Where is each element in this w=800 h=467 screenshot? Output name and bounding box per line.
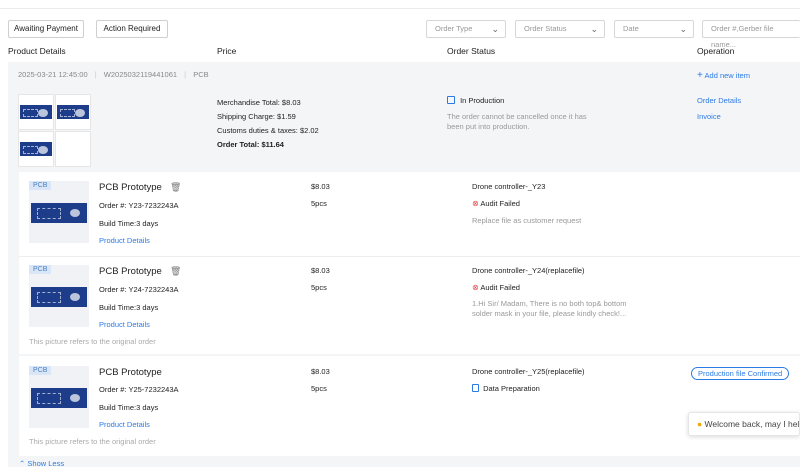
order-datetime: 2025-03-21 12:45:00: [18, 70, 88, 79]
picture-note: This picture refers to the original orde…: [29, 437, 156, 446]
item-tag: PCB: [29, 265, 52, 274]
item-tag: PCB: [29, 366, 52, 375]
item-quantity: 5pcs: [311, 384, 327, 393]
order-number: W2025032119441061: [103, 70, 178, 79]
production-icon: [447, 96, 455, 104]
invoice-link[interactable]: Invoice: [697, 112, 721, 121]
data-preparation-icon: [472, 384, 479, 392]
order-thumbnail[interactable]: [18, 131, 54, 167]
order-status: In Production: [447, 96, 504, 105]
item-status: ⊗ Audit Failed: [472, 199, 520, 208]
add-new-item-label: Add new item: [704, 71, 750, 80]
product-details-link[interactable]: Product Details: [99, 420, 150, 429]
item-title: PCB Prototype: [99, 367, 162, 378]
chat-icon: ●: [697, 419, 703, 429]
item-price: $8.03: [311, 367, 330, 376]
pcb-image: [31, 203, 87, 223]
order-total: Order Total: $11.64: [217, 140, 284, 149]
chevron-down-icon: ⌄: [590, 24, 598, 34]
pcb-image: [31, 287, 87, 307]
tab-action-required[interactable]: Action Required: [96, 20, 168, 38]
item-build-time: Build Time:3 days: [99, 403, 159, 412]
item-build-time: Build Time:3 days: [99, 303, 159, 312]
order-status-select[interactable]: Order Status ⌄: [515, 20, 605, 38]
item-status-text: Audit Failed: [480, 283, 520, 292]
item-title: PCB Prototype: [99, 182, 162, 193]
item-file-name: Drone controller-_Y25(replacefile): [472, 367, 585, 376]
audit-failed-icon: ⊗: [472, 283, 479, 292]
item-price: $8.03: [311, 182, 330, 191]
pcb-image: [31, 388, 87, 408]
delete-icon[interactable]: 🗑: [170, 182, 181, 193]
order-type-label: Order Type: [435, 24, 473, 33]
item-order-number: Order #: Y24-7232243A: [99, 285, 179, 294]
delete-icon[interactable]: 🗑: [170, 266, 181, 277]
column-order-status: Order Status: [447, 46, 496, 56]
audit-failed-icon: ⊗: [472, 199, 479, 208]
chevron-down-icon: ⌄: [491, 24, 499, 34]
order-status-text: In Production: [460, 96, 505, 105]
item-status-note: Replace file as customer request: [472, 216, 582, 225]
item-thumbnail[interactable]: [29, 366, 89, 428]
column-operation: Operation: [697, 46, 735, 56]
customs-duties: Customs duties & taxes: $2.02: [217, 126, 319, 135]
order-thumbnail[interactable]: [55, 94, 91, 130]
item-file-name: Drone controller-_Y24(replacefile): [472, 266, 585, 275]
order-price-summary: Merchandise Total: $8.03 Shipping Charge…: [217, 96, 319, 152]
order-status-note: The order cannot be cancelled once it ha…: [447, 112, 587, 131]
product-details-link[interactable]: Product Details: [99, 236, 150, 245]
product-details-link[interactable]: Product Details: [99, 320, 150, 329]
plus-icon: +: [697, 70, 703, 81]
item-price: $8.03: [311, 266, 330, 275]
item-status-text: Data Preparation: [483, 384, 540, 393]
show-less-link[interactable]: ⌃ Show Less: [19, 459, 64, 467]
chat-widget[interactable]: ● Welcome back, may I help: [688, 412, 800, 436]
chevron-up-icon: ⌃: [19, 459, 26, 467]
item-quantity: 5pcs: [311, 199, 327, 208]
item-quantity: 5pcs: [311, 283, 327, 292]
order-thumbnail-empty: [55, 131, 91, 167]
order-meta: 2025-03-21 12:45:00 | W2025032119441061 …: [18, 70, 209, 79]
date-label: Date: [623, 24, 639, 33]
item-order-number: Order #: Y23-7232243A: [99, 201, 179, 210]
pcb-image: [57, 105, 89, 119]
production-file-confirmed-button[interactable]: Production file Confirmed: [691, 367, 790, 380]
shipping-charge: Shipping Charge: $1.59: [217, 112, 296, 121]
order-type-select[interactable]: Order Type ⌄: [426, 20, 506, 38]
item-thumbnail[interactable]: [29, 181, 89, 243]
column-price: Price: [217, 46, 237, 56]
pcb-image: [20, 105, 52, 119]
chat-greeting: Welcome back, may I help: [704, 419, 800, 429]
item-status-note: 1.Hi Sir/ Madam, There is no both top& b…: [472, 299, 627, 318]
show-less-label: Show Less: [27, 459, 65, 467]
item-status: Data Preparation: [472, 384, 540, 393]
order-status-label: Order Status: [524, 24, 567, 33]
pcb-image: [20, 142, 52, 156]
item-title: PCB Prototype: [99, 266, 162, 277]
merchandise-total: Merchandise Total: $8.03: [217, 98, 301, 107]
item-build-time: Build Time:3 days: [99, 219, 159, 228]
item-order-number: Order #: Y25-7232243A: [99, 385, 179, 394]
add-new-item-link[interactable]: + Add new item: [697, 70, 750, 81]
date-select[interactable]: Date ⌄: [614, 20, 694, 38]
item-thumbnail[interactable]: [29, 265, 89, 327]
order-category: PCB: [193, 70, 209, 79]
tab-awaiting-payment[interactable]: Awaiting Payment: [8, 20, 84, 38]
item-status-text: Audit Failed: [480, 199, 520, 208]
item-status: ⊗ Audit Failed: [472, 283, 520, 292]
column-product-details: Product Details: [8, 46, 66, 56]
chevron-down-icon: ⌄: [679, 24, 687, 34]
item-tag: PCB: [29, 181, 52, 190]
item-file-name: Drone controller-_Y23: [472, 182, 546, 191]
search-input[interactable]: Order #,Gerber file name...: [702, 20, 800, 49]
order-thumbnail[interactable]: [18, 94, 54, 130]
top-divider: [0, 8, 800, 9]
order-details-link[interactable]: Order Details: [697, 96, 741, 105]
picture-note: This picture refers to the original orde…: [29, 337, 156, 346]
